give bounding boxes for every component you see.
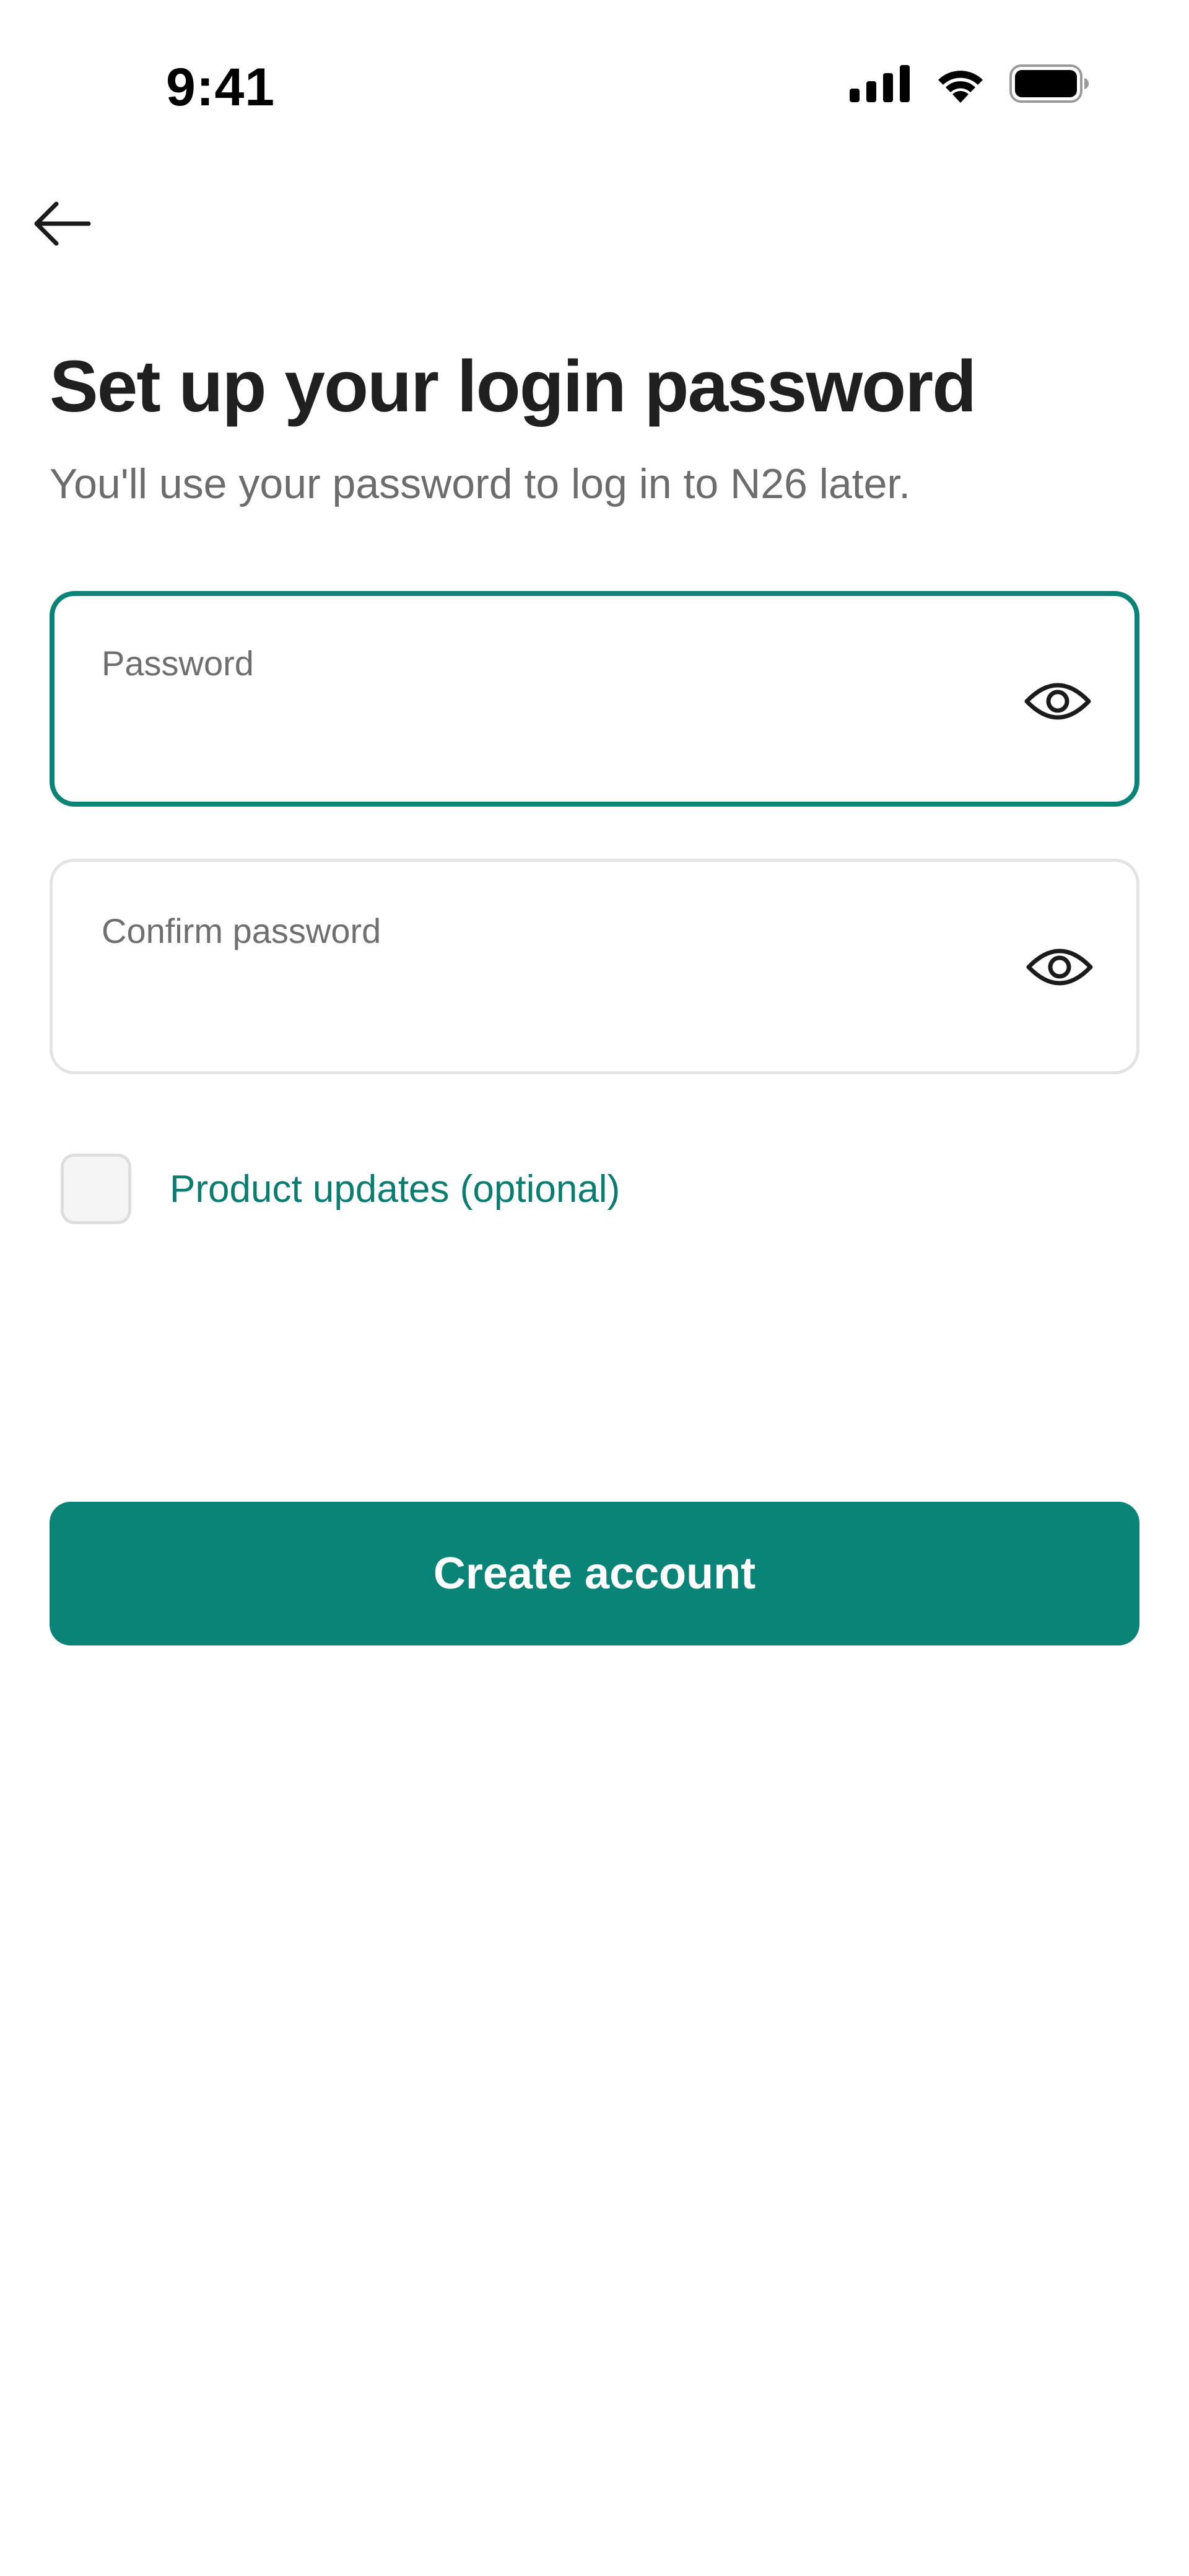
product-updates-label[interactable]: Product updates (optional) — [170, 1167, 620, 1211]
signup-password-screen: 9:41 Set up your login password You'll u… — [0, 0, 1189, 2576]
cellular-signal-icon — [850, 65, 912, 105]
arrow-left-icon — [34, 201, 91, 246]
confirm-password-input[interactable] — [100, 967, 967, 1035]
page-title: Set up your login password — [50, 346, 977, 427]
confirm-password-field[interactable]: Confirm password — [50, 859, 1139, 1074]
status-icons — [850, 64, 1090, 106]
product-updates-option[interactable]: Product updates (optional) — [61, 1154, 620, 1224]
back-button[interactable] — [27, 196, 95, 252]
status-bar: 9:41 — [0, 0, 1189, 149]
create-account-button[interactable]: Create account — [50, 1502, 1139, 1645]
eye-icon — [1024, 683, 1091, 720]
password-input[interactable] — [102, 701, 969, 769]
show-password-toggle[interactable] — [1021, 670, 1095, 732]
confirm-password-label: Confirm password — [102, 911, 381, 950]
product-updates-checkbox[interactable] — [61, 1154, 131, 1224]
password-label: Password — [102, 644, 254, 683]
eye-icon — [1026, 948, 1093, 986]
show-confirm-password-toggle[interactable] — [1022, 936, 1097, 998]
status-time: 9:41 — [166, 58, 276, 117]
wifi-icon — [934, 64, 987, 106]
page-subtitle: You'll use your password to log in to N2… — [50, 460, 911, 507]
password-field[interactable]: Password — [50, 591, 1139, 807]
battery-icon — [1009, 64, 1090, 106]
